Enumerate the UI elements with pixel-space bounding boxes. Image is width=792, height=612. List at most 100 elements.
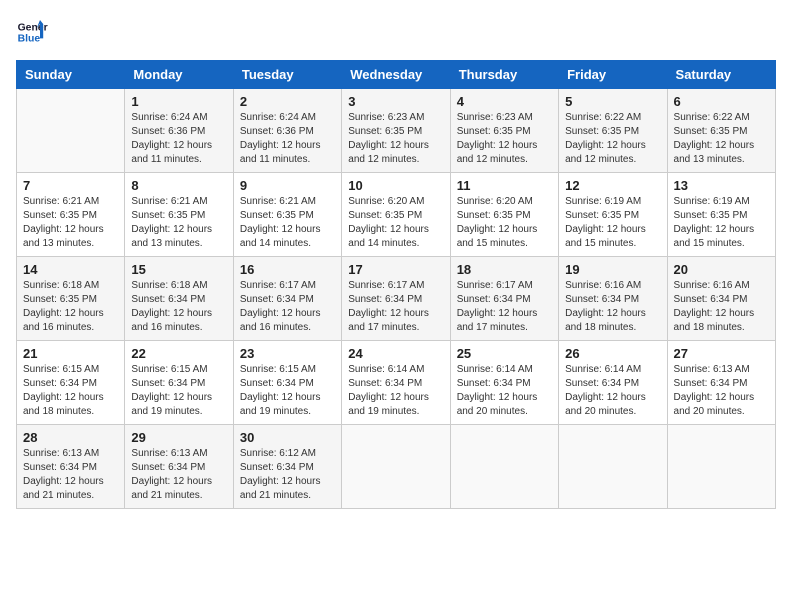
- calendar-cell: 27Sunrise: 6:13 AM Sunset: 6:34 PM Dayli…: [667, 341, 775, 425]
- calendar-cell: 28Sunrise: 6:13 AM Sunset: 6:34 PM Dayli…: [17, 425, 125, 509]
- day-number: 11: [457, 178, 552, 193]
- calendar-cell: 30 Sunrise: 6:12 AM Sunset: 6:34 PM Dayli…: [233, 425, 341, 509]
- day-info: Sunrise: 6:20 AM Sunset: 6:35 PM Dayligh…: [457, 195, 552, 251]
- day-info: Sunrise: 6:18 AM Sunset: 6:34 PM Dayligh…: [131, 279, 226, 335]
- page-header: General Blue: [16, 16, 776, 48]
- day-number: 15: [131, 262, 226, 277]
- day-info: Sunrise: 6:24 AM Sunset: 6:36 PM Dayligh…: [240, 111, 335, 167]
- calendar-cell: 22Sunrise: 6:15 AM Sunset: 6:34 PM Dayli…: [125, 341, 233, 425]
- logo-icon: General Blue: [16, 16, 48, 48]
- column-header-thursday: Thursday: [450, 61, 558, 89]
- day-info: Sunrise: 6:14 AM Sunset: 6:34 PM Dayligh…: [457, 363, 552, 419]
- day-number: 8: [131, 178, 226, 193]
- day-info: Sunrise: 6:13 AM Sunset: 6:34 PM Dayligh…: [674, 363, 769, 419]
- calendar-cell: 3Sunrise: 6:23 AM Sunset: 6:35 PM Daylig…: [342, 89, 450, 173]
- column-header-saturday: Saturday: [667, 61, 775, 89]
- calendar-cell: [559, 425, 667, 509]
- calendar-cell: 5 Sunrise: 6:22 AM Sunset: 6:35 PM Daylig…: [559, 89, 667, 173]
- day-info: Sunrise: 6:18 AM Sunset: 6:35 PM Dayligh…: [23, 279, 118, 335]
- day-info: Sunrise: 6:16 AM Sunset: 6:34 PM Dayligh…: [565, 279, 660, 335]
- calendar-cell: 10 Sunrise: 6:20 AM Sunset: 6:35 PM Dayli…: [342, 173, 450, 257]
- day-number: 25: [457, 346, 552, 361]
- day-info: Sunrise: 6:17 AM Sunset: 6:34 PM Dayligh…: [457, 279, 552, 335]
- day-info: Sunrise: 6:20 AM Sunset: 6:35 PM Dayligh…: [348, 195, 443, 251]
- day-info: Sunrise: 6:16 AM Sunset: 6:34 PM Dayligh…: [674, 279, 769, 335]
- day-info: Sunrise: 6:24 AM Sunset: 6:36 PM Dayligh…: [131, 111, 226, 167]
- day-info: Sunrise: 6:14 AM Sunset: 6:34 PM Dayligh…: [565, 363, 660, 419]
- calendar-table: SundayMondayTuesdayWednesdayThursdayFrid…: [16, 60, 776, 509]
- calendar-cell: 20 Sunrise: 6:16 AM Sunset: 6:34 PM Dayli…: [667, 257, 775, 341]
- day-info: Sunrise: 6:22 AM Sunset: 6:35 PM Dayligh…: [565, 111, 660, 167]
- column-header-monday: Monday: [125, 61, 233, 89]
- calendar-cell: 11 Sunrise: 6:20 AM Sunset: 6:35 PM Dayli…: [450, 173, 558, 257]
- day-info: Sunrise: 6:21 AM Sunset: 6:35 PM Dayligh…: [23, 195, 118, 251]
- calendar-cell: 9 Sunrise: 6:21 AM Sunset: 6:35 PM Daylig…: [233, 173, 341, 257]
- calendar-cell: 6Sunrise: 6:22 AM Sunset: 6:35 PM Daylig…: [667, 89, 775, 173]
- calendar-cell: 19 Sunrise: 6:16 AM Sunset: 6:34 PM Dayli…: [559, 257, 667, 341]
- calendar-cell: 13 Sunrise: 6:19 AM Sunset: 6:35 PM Dayli…: [667, 173, 775, 257]
- column-header-friday: Friday: [559, 61, 667, 89]
- calendar-cell: 7 Sunrise: 6:21 AM Sunset: 6:35 PM Daylig…: [17, 173, 125, 257]
- calendar-cell: 14 Sunrise: 6:18 AM Sunset: 6:35 PM Dayli…: [17, 257, 125, 341]
- day-number: 19: [565, 262, 660, 277]
- calendar-cell: 23Sunrise: 6:15 AM Sunset: 6:34 PM Dayli…: [233, 341, 341, 425]
- calendar-cell: 26 Sunrise: 6:14 AM Sunset: 6:34 PM Dayli…: [559, 341, 667, 425]
- svg-text:General: General: [18, 22, 48, 33]
- day-number: 21: [23, 346, 118, 361]
- calendar-cell: 4 Sunrise: 6:23 AM Sunset: 6:35 PM Daylig…: [450, 89, 558, 173]
- calendar-cell: [342, 425, 450, 509]
- day-info: Sunrise: 6:23 AM Sunset: 6:35 PM Dayligh…: [457, 111, 552, 167]
- calendar-cell: [17, 89, 125, 173]
- day-info: Sunrise: 6:19 AM Sunset: 6:35 PM Dayligh…: [565, 195, 660, 251]
- column-header-sunday: Sunday: [17, 61, 125, 89]
- day-info: Sunrise: 6:19 AM Sunset: 6:35 PM Dayligh…: [674, 195, 769, 251]
- calendar-cell: 29Sunrise: 6:13 AM Sunset: 6:34 PM Dayli…: [125, 425, 233, 509]
- day-info: Sunrise: 6:15 AM Sunset: 6:34 PM Dayligh…: [23, 363, 118, 419]
- day-number: 2: [240, 94, 335, 109]
- day-number: 4: [457, 94, 552, 109]
- day-number: 14: [23, 262, 118, 277]
- day-info: Sunrise: 6:21 AM Sunset: 6:35 PM Dayligh…: [240, 195, 335, 251]
- calendar-cell: 2 Sunrise: 6:24 AM Sunset: 6:36 PM Daylig…: [233, 89, 341, 173]
- calendar-cell: 15 Sunrise: 6:18 AM Sunset: 6:34 PM Dayli…: [125, 257, 233, 341]
- day-info: Sunrise: 6:15 AM Sunset: 6:34 PM Dayligh…: [240, 363, 335, 419]
- column-header-wednesday: Wednesday: [342, 61, 450, 89]
- day-number: 24: [348, 346, 443, 361]
- calendar-header-row: SundayMondayTuesdayWednesdayThursdayFrid…: [17, 61, 776, 89]
- day-number: 6: [674, 94, 769, 109]
- day-number: 28: [23, 430, 118, 445]
- week-row-2: 7 Sunrise: 6:21 AM Sunset: 6:35 PM Daylig…: [17, 173, 776, 257]
- calendar-cell: 1Sunrise: 6:24 AM Sunset: 6:36 PM Daylig…: [125, 89, 233, 173]
- calendar-cell: 18 Sunrise: 6:17 AM Sunset: 6:34 PM Dayli…: [450, 257, 558, 341]
- day-number: 5: [565, 94, 660, 109]
- day-number: 7: [23, 178, 118, 193]
- calendar-cell: [450, 425, 558, 509]
- svg-text:Blue: Blue: [18, 34, 41, 45]
- day-info: Sunrise: 6:17 AM Sunset: 6:34 PM Dayligh…: [348, 279, 443, 335]
- calendar-body: 1Sunrise: 6:24 AM Sunset: 6:36 PM Daylig…: [17, 89, 776, 509]
- day-number: 9: [240, 178, 335, 193]
- day-number: 26: [565, 346, 660, 361]
- day-number: 10: [348, 178, 443, 193]
- week-row-5: 28Sunrise: 6:13 AM Sunset: 6:34 PM Dayli…: [17, 425, 776, 509]
- day-number: 30: [240, 430, 335, 445]
- day-info: Sunrise: 6:12 AM Sunset: 6:34 PM Dayligh…: [240, 447, 335, 503]
- day-number: 16: [240, 262, 335, 277]
- day-number: 3: [348, 94, 443, 109]
- day-number: 13: [674, 178, 769, 193]
- calendar-cell: 24 Sunrise: 6:14 AM Sunset: 6:34 PM Dayli…: [342, 341, 450, 425]
- day-info: Sunrise: 6:21 AM Sunset: 6:35 PM Dayligh…: [131, 195, 226, 251]
- week-row-4: 21 Sunrise: 6:15 AM Sunset: 6:34 PM Dayli…: [17, 341, 776, 425]
- day-number: 17: [348, 262, 443, 277]
- day-number: 18: [457, 262, 552, 277]
- day-number: 12: [565, 178, 660, 193]
- day-number: 29: [131, 430, 226, 445]
- week-row-3: 14 Sunrise: 6:18 AM Sunset: 6:35 PM Dayli…: [17, 257, 776, 341]
- day-info: Sunrise: 6:14 AM Sunset: 6:34 PM Dayligh…: [348, 363, 443, 419]
- day-number: 20: [674, 262, 769, 277]
- calendar-cell: 16Sunrise: 6:17 AM Sunset: 6:34 PM Dayli…: [233, 257, 341, 341]
- calendar-cell: 12 Sunrise: 6:19 AM Sunset: 6:35 PM Dayli…: [559, 173, 667, 257]
- calendar-cell: 25 Sunrise: 6:14 AM Sunset: 6:34 PM Dayli…: [450, 341, 558, 425]
- calendar-cell: 17 Sunrise: 6:17 AM Sunset: 6:34 PM Dayli…: [342, 257, 450, 341]
- logo: General Blue: [16, 16, 48, 48]
